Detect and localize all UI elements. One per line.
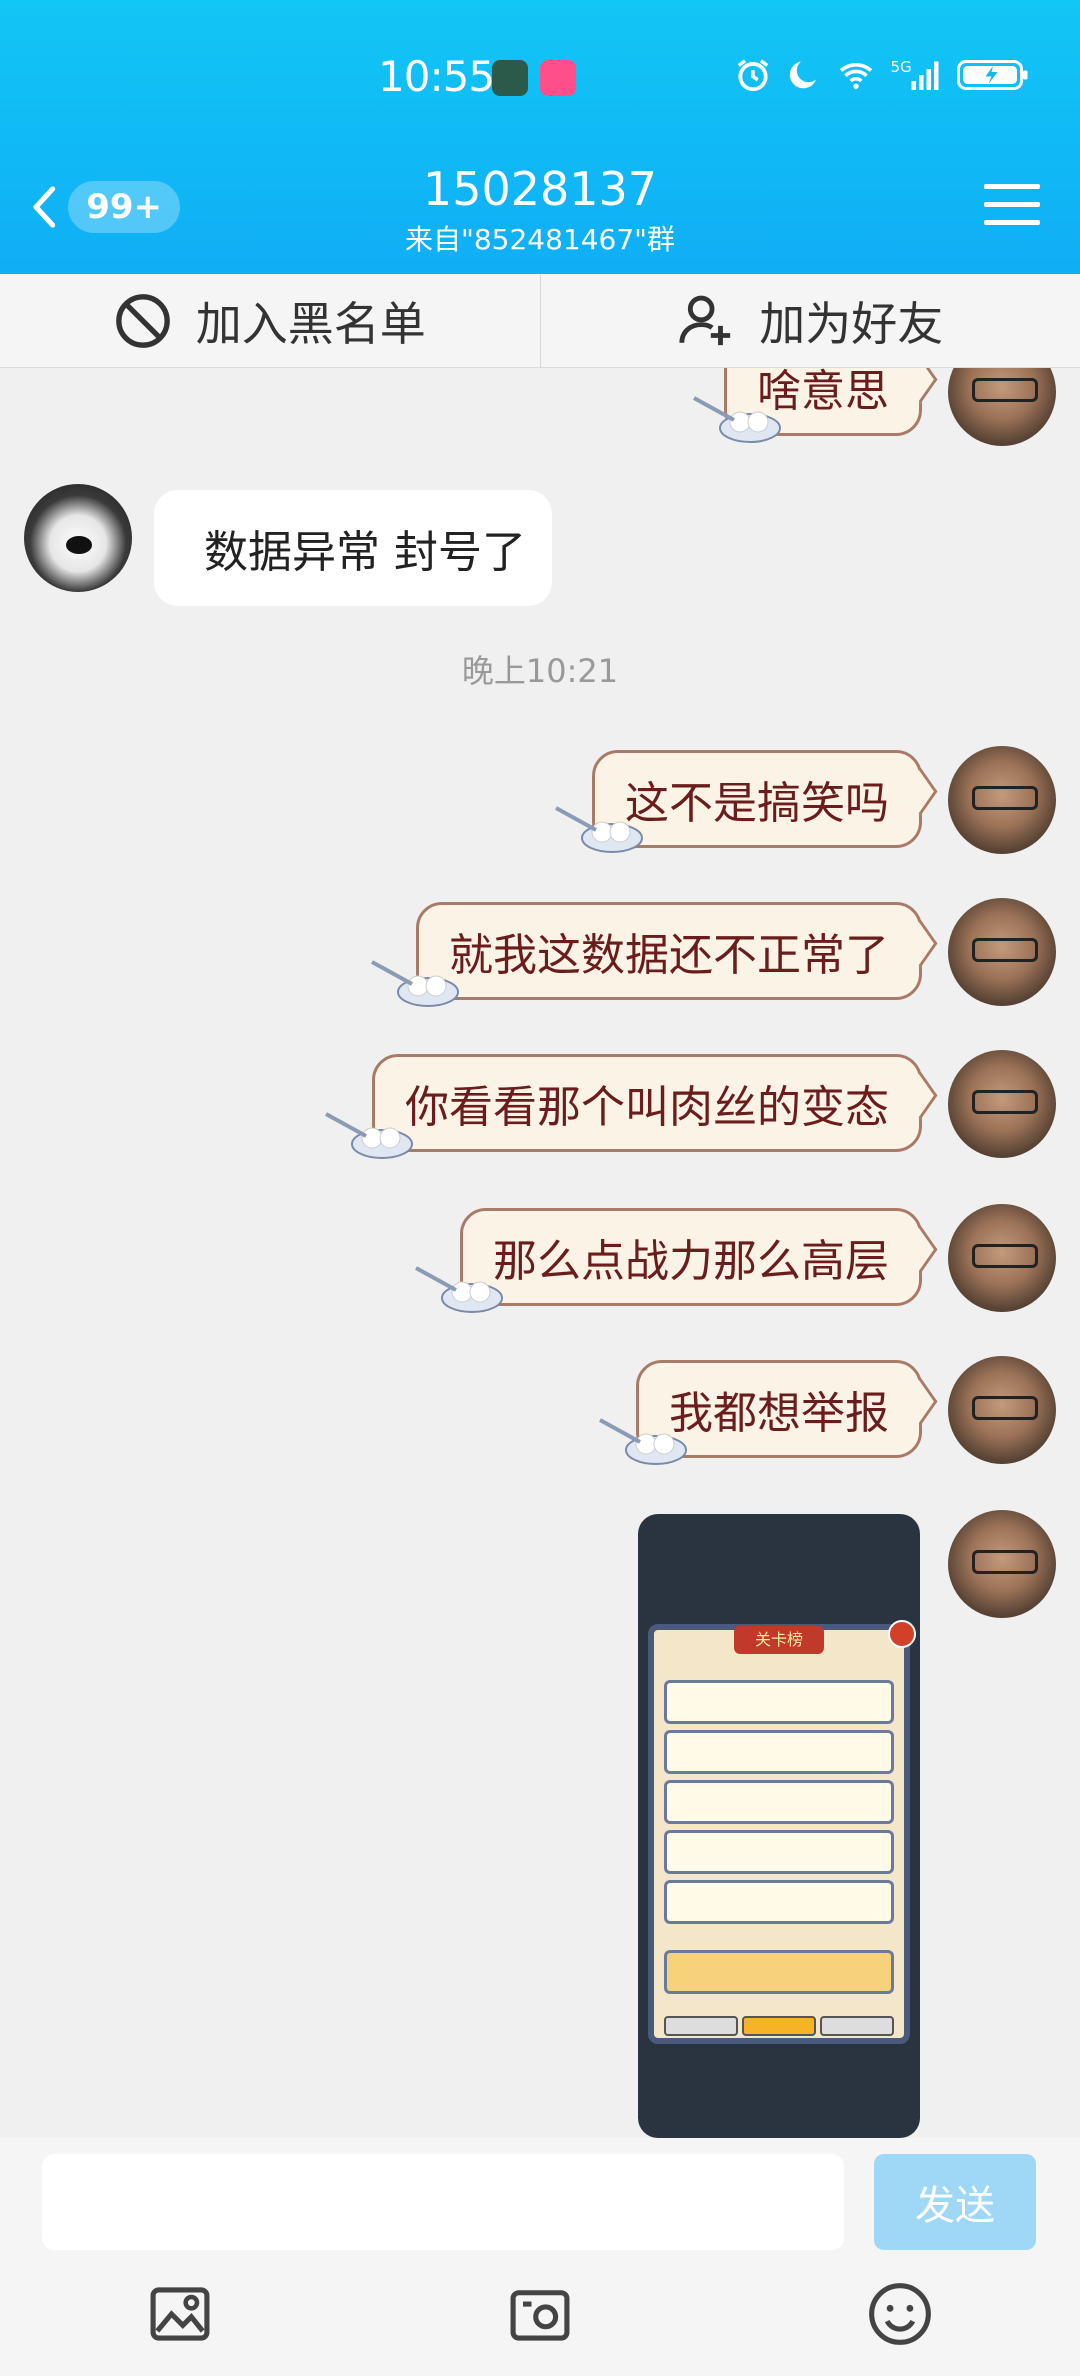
avatar[interactable]: [948, 1510, 1056, 1618]
message-bubble-right[interactable]: 就我这数据还不正常了: [416, 902, 922, 1000]
leaderboard-row: [664, 1680, 894, 1724]
message-text: 数据异常 封号了: [204, 527, 526, 578]
message-list[interactable]: 啥意思 数据异常 封号了 晚上10:21 这不是搞笑吗 就我这数据还不正常了 你…: [0, 368, 1080, 2138]
message-text: 就我这数据还不正常了: [449, 930, 889, 981]
avatar[interactable]: [948, 1204, 1056, 1312]
game-leaderboard-title: 关卡榜: [734, 1626, 824, 1654]
status-time: 10:55: [378, 52, 495, 101]
message-bubble-right[interactable]: 那么点战力那么高层: [460, 1208, 922, 1306]
add-user-icon: [679, 295, 731, 345]
message-input[interactable]: [42, 2154, 844, 2250]
dumpling-bowl-icon: [415, 1266, 503, 1313]
input-bar: 发送: [0, 2138, 1080, 2376]
dumpling-bowl-icon: [555, 806, 643, 853]
chat-subtitle: 来自"852481467"群: [404, 223, 676, 256]
leaderboard-row: [664, 1780, 894, 1824]
camera-icon[interactable]: [506, 2280, 574, 2348]
message-text: 那么点战力那么高层: [493, 1236, 889, 1287]
message-text: 我都想举报: [669, 1388, 889, 1439]
message-bubble-left[interactable]: 数据异常 封号了: [154, 490, 552, 606]
message-text: 这不是搞笑吗: [625, 778, 889, 829]
leaderboard-row: [664, 1950, 894, 1994]
menu-icon: [984, 184, 1040, 189]
message-bubble-right[interactable]: 你看看那个叫肉丝的变态: [372, 1054, 922, 1152]
signal-5g-icon: 5G: [891, 58, 939, 90]
avatar[interactable]: [948, 746, 1056, 854]
leaderboard-row: [664, 1730, 894, 1774]
status-app-icon: [540, 60, 576, 96]
add-friend-label: 加为好友: [759, 296, 944, 351]
leaderboard-row: [664, 1830, 894, 1874]
dumpling-bowl-icon: [371, 960, 459, 1007]
alarm-icon: [737, 59, 769, 92]
avatar[interactable]: [948, 1356, 1056, 1464]
dumpling-bowl-icon: [693, 396, 781, 443]
avatar[interactable]: [948, 1050, 1056, 1158]
wifi-icon: [839, 63, 873, 89]
leaderboard-row: [664, 1880, 894, 1924]
send-button[interactable]: 发送: [874, 2154, 1036, 2250]
image-icon[interactable]: [146, 2280, 214, 2348]
avatar[interactable]: [24, 484, 132, 592]
avatar[interactable]: [948, 368, 1056, 446]
status-icons: 5G: [734, 56, 1030, 94]
status-app-icon: [492, 60, 528, 96]
battery-icon: [957, 60, 1028, 90]
moon-icon: [789, 61, 816, 89]
message-text: 你看看那个叫肉丝的变态: [405, 1082, 889, 1133]
svg-text:5G: 5G: [891, 58, 912, 76]
timestamp: 晚上10:21: [461, 652, 619, 690]
avatar[interactable]: [948, 898, 1056, 1006]
emoji-icon[interactable]: [866, 2280, 934, 2348]
image-message[interactable]: 关卡榜: [638, 1514, 920, 2138]
game-tabs: [664, 2016, 894, 2036]
chat-header: 10:55 5G 99+ 15028137 来自"852481467"群: [0, 0, 1080, 274]
blacklist-button[interactable]: 加入黑名单: [0, 274, 540, 367]
close-icon: [888, 1620, 916, 1648]
chat-title: 15028137: [422, 162, 658, 216]
menu-button[interactable]: [984, 184, 1040, 228]
add-friend-button[interactable]: 加为好友: [539, 274, 1080, 367]
block-icon: [115, 293, 170, 348]
dumpling-bowl-icon: [325, 1112, 413, 1159]
action-bar: 加入黑名单 加为好友: [0, 274, 1080, 368]
dumpling-bowl-icon: [599, 1418, 687, 1465]
blacklist-label: 加入黑名单: [195, 296, 426, 351]
